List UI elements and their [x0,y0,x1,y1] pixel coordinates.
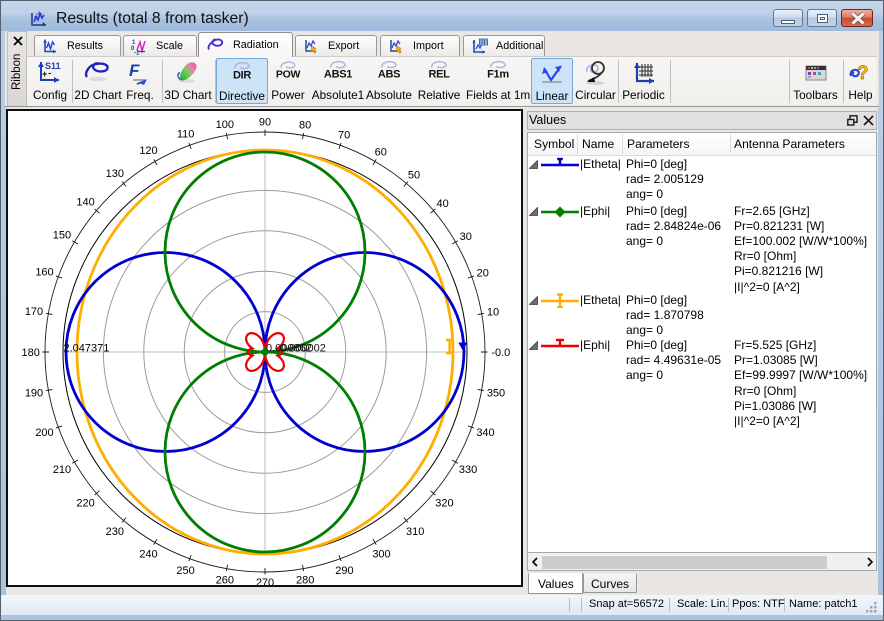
svg-text:310: 310 [406,526,424,538]
svg-text:F: F [129,61,140,80]
svg-text:160: 160 [35,267,53,279]
svg-text:200: 200 [35,427,53,439]
svg-text:ABS1: ABS1 [324,69,352,81]
svg-text:+-: +- [42,68,51,79]
svg-text:-0.0: -0.0 [491,347,510,359]
svg-text:ABS: ABS [378,69,400,81]
svg-text:50: 50 [408,169,420,181]
svg-text:180: 180 [22,347,40,359]
svg-text:80: 80 [299,120,311,132]
svg-text:240: 240 [139,549,157,561]
svg-text:110: 110 [177,129,195,141]
svg-text:120: 120 [139,145,157,157]
svg-text:350: 350 [487,388,505,400]
svg-text:280: 280 [296,575,314,585]
svg-text:100: 100 [216,119,234,131]
svg-text:DIR: DIR [233,70,251,82]
svg-text:270: 270 [256,577,274,585]
svg-text:330: 330 [459,464,477,476]
svg-text:0.000002: 0.000002 [280,343,326,355]
svg-text:90: 90 [259,117,271,129]
svg-text:10: 10 [487,307,499,319]
svg-text:40: 40 [436,198,448,210]
svg-text:250: 250 [176,565,194,577]
svg-text:230: 230 [106,526,124,538]
svg-text:150: 150 [53,230,71,242]
svg-text:130: 130 [106,168,124,180]
svg-text:F1m: F1m [487,69,509,81]
svg-text:340: 340 [476,427,494,439]
svg-text:190: 190 [25,388,43,400]
svg-text:300: 300 [372,549,390,561]
svg-text:20: 20 [477,268,489,280]
svg-text:220: 220 [76,498,94,510]
svg-text:170: 170 [25,306,43,318]
svg-text:30: 30 [460,231,472,243]
svg-text:140: 140 [76,196,94,208]
svg-text:POW: POW [276,68,301,80]
svg-text:320: 320 [435,498,453,510]
svg-text:2.047371: 2.047371 [64,343,110,355]
svg-text:290: 290 [335,565,353,577]
svg-text:210: 210 [53,464,71,476]
svg-text:70: 70 [338,130,350,142]
svg-text:REL: REL [428,69,450,81]
svg-text:260: 260 [216,575,234,585]
svg-text:60: 60 [375,146,387,158]
